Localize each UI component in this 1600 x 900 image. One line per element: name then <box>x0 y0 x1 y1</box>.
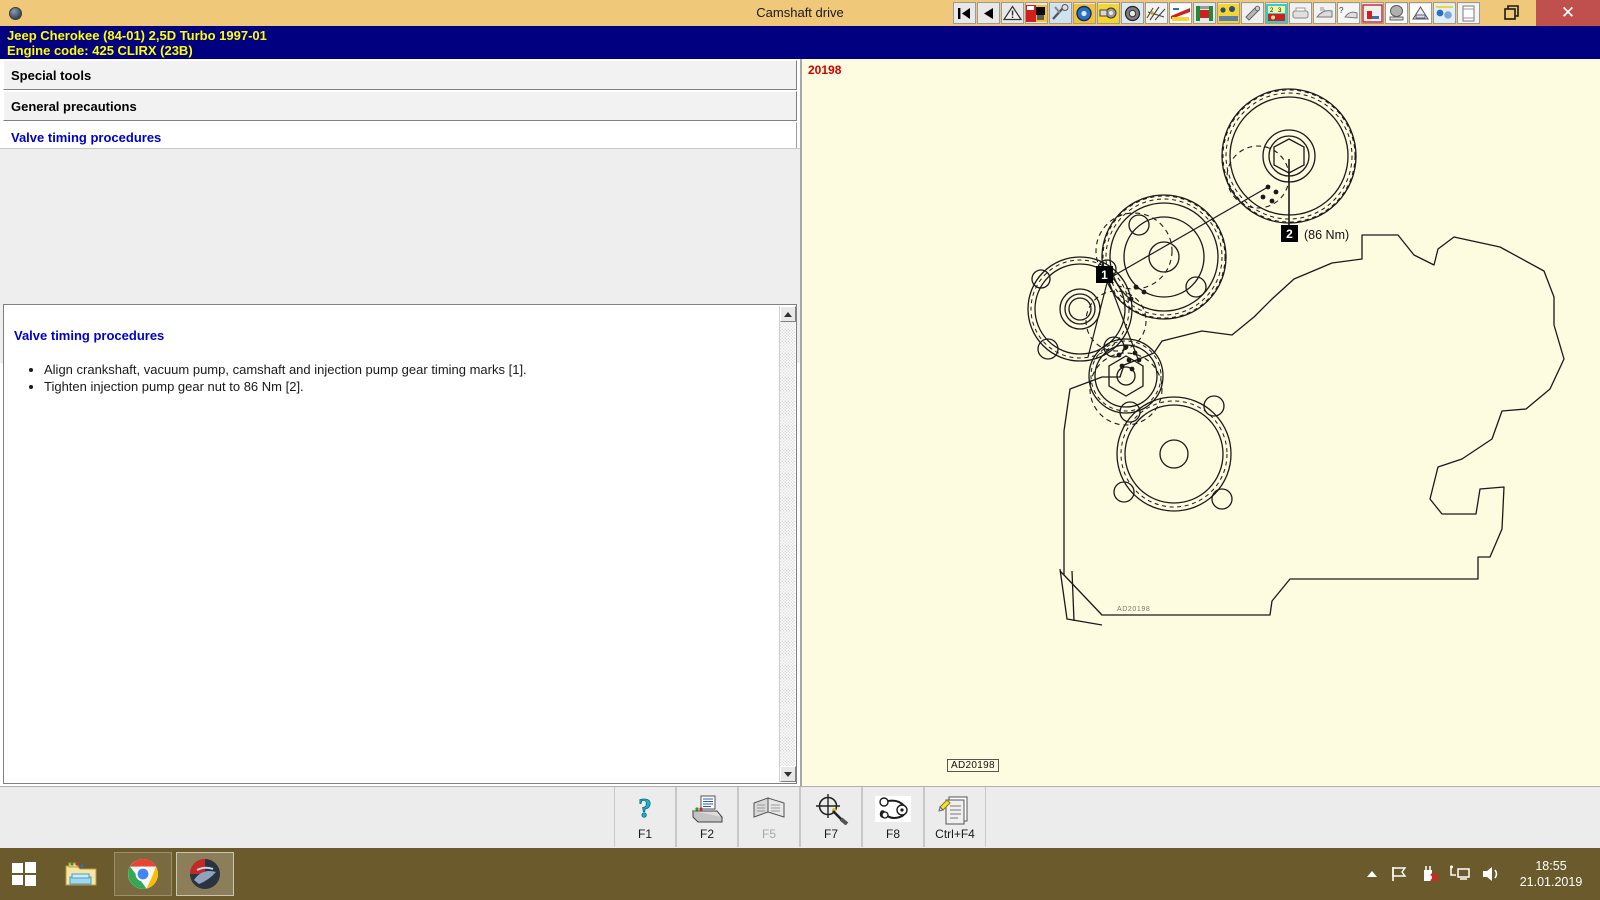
suspension-icon[interactable] <box>1217 2 1240 24</box>
tools-icon[interactable] <box>1049 2 1072 24</box>
clock-time: 18:55 <box>1512 858 1590 874</box>
document-heading: Valve timing procedures <box>14 328 796 343</box>
system-tray: 18:55 21.01.2019 <box>1365 858 1600 890</box>
restore-button[interactable] <box>1490 0 1536 26</box>
function-key-f5[interactable]: F5 <box>738 787 800 847</box>
windows-taskbar: 18:55 21.01.2019 <box>0 848 1600 900</box>
taskbar-clock[interactable]: 18:55 21.01.2019 <box>1512 858 1590 890</box>
vehicle-title: Jeep Cherokee (84-01) 2,5D Turbo 1997-01 <box>7 28 1600 43</box>
engine-drive-icon[interactable] <box>1097 2 1120 24</box>
function-key-f8[interactable]: F8 <box>862 787 924 847</box>
function-key-ctrl-f4[interactable]: Ctrl+F4 <box>924 787 986 847</box>
document-body: Valve timing procedures Align crankshaft… <box>4 305 796 395</box>
book-icon <box>751 791 787 827</box>
show-hidden-icons-icon[interactable] <box>1365 867 1379 881</box>
svg-text:2: 2 <box>1286 227 1293 241</box>
app-icon <box>3 1 27 25</box>
engine-bay-icon[interactable] <box>1433 2 1456 24</box>
volume-icon[interactable] <box>1481 865 1501 883</box>
function-key-bar: ? F1 F2 <box>0 786 1600 848</box>
battery-icon[interactable]: 23 <box>1265 2 1288 24</box>
sidebar-item-label: Valve timing procedures <box>11 130 161 145</box>
airbag-icon[interactable] <box>1385 2 1408 24</box>
window-controls: ✕ <box>1490 0 1600 26</box>
svg-text:?: ? <box>638 793 652 823</box>
callout-2-torque-label: (86 Nm) <box>1304 228 1349 242</box>
function-key-label: Ctrl+F4 <box>935 827 975 841</box>
first-page-icon[interactable] <box>953 2 976 24</box>
function-key-label: F1 <box>638 827 652 841</box>
print-icon[interactable] <box>1289 2 1312 24</box>
function-key-f7[interactable]: F7 <box>800 787 862 847</box>
document-icon[interactable] <box>1457 2 1480 24</box>
function-key-label: F7 <box>824 827 838 841</box>
action-center-flag-icon[interactable] <box>1390 865 1408 883</box>
procedure-list: Align crankshaft, vacuum pump, camshaft … <box>14 362 796 395</box>
vehicle-header: Jeep Cherokee (84-01) 2,5D Turbo 1997-01… <box>0 26 1600 59</box>
diagnostics-icon[interactable] <box>1313 2 1336 24</box>
application-window: Camshaft drive <box>0 0 1600 900</box>
usb-error-icon[interactable] <box>1419 865 1439 883</box>
file-explorer-icon <box>64 859 98 889</box>
function-key-f2[interactable]: F2 <box>676 787 738 847</box>
svg-text:?: ? <box>1339 6 1344 15</box>
list-item: Tighten injection pump gear nut to 86 Nm… <box>44 379 796 395</box>
function-key-f1[interactable]: ? F1 <box>614 787 676 847</box>
sidebar-item-label: Special tools <box>11 68 91 83</box>
service-schedule-icon[interactable] <box>1169 2 1192 24</box>
notes-edit-icon <box>936 791 974 827</box>
list-item: Align crankshaft, vacuum pump, camshaft … <box>44 362 796 378</box>
taskbar-item-autodata[interactable] <box>176 852 234 896</box>
gear-crankshaft <box>1114 396 1232 511</box>
title-bar: Camshaft drive <box>0 0 1600 26</box>
function-key-label: F5 <box>762 827 776 841</box>
printer-icon <box>689 791 725 827</box>
close-button[interactable]: ✕ <box>1536 0 1600 26</box>
scroll-down-icon[interactable] <box>780 766 796 782</box>
camshaft-drive-diagram: 1 2 (86 Nm) AD20198 <box>802 59 1600 786</box>
help-question-icon: ? <box>630 791 660 827</box>
timing-marks <box>1086 146 1289 425</box>
previous-page-icon[interactable] <box>977 2 1000 24</box>
illustration-pane: 20198 <box>800 59 1600 786</box>
help-query-icon[interactable]: ? <box>1337 2 1360 24</box>
warning-triangle-icon[interactable] <box>1001 2 1024 24</box>
illustration-watermark: AD20198 <box>1117 606 1150 613</box>
taskbar-item-google-chrome[interactable] <box>114 852 172 896</box>
sidebar-item-label: General precautions <box>11 99 137 114</box>
vehicle-data-icon[interactable] <box>1025 2 1048 24</box>
clock-date: 21.01.2019 <box>1512 874 1590 890</box>
document-scrollbar[interactable] <box>779 306 795 782</box>
google-chrome-icon <box>127 858 159 890</box>
callout-2-marker: 2 <box>1281 225 1298 242</box>
tyre-icon[interactable] <box>1121 2 1144 24</box>
gear-camshaft <box>1102 195 1226 319</box>
network-icon[interactable] <box>1450 865 1470 883</box>
search-tool-icon <box>813 791 849 827</box>
wheel-alignment-icon[interactable] <box>1073 2 1096 24</box>
function-key-label: F8 <box>886 827 900 841</box>
left-pane: Special tools General precautions Valve … <box>0 59 800 786</box>
top-toolbar: 23 ? <box>953 1 1480 25</box>
seat-repair-icon[interactable] <box>1361 2 1384 24</box>
autodata-icon <box>189 858 221 890</box>
taskbar-item-file-explorer[interactable] <box>52 852 110 896</box>
brake-test-icon[interactable] <box>1193 2 1216 24</box>
function-key-label: F2 <box>700 827 714 841</box>
wiring-diagram-icon[interactable] <box>1145 2 1168 24</box>
svg-text:1: 1 <box>1101 268 1108 282</box>
document-pane: Valve timing procedures Align crankshaft… <box>3 304 797 784</box>
start-button[interactable] <box>0 848 48 900</box>
emissions-icon[interactable] <box>1409 2 1432 24</box>
scroll-up-icon[interactable] <box>780 306 796 322</box>
spark-plug-icon[interactable] <box>1241 2 1264 24</box>
function-keys: ? F1 F2 <box>614 787 986 847</box>
engine-code: Engine code: 425 CLIRX (23B) <box>7 43 1600 58</box>
callout-1-marker: 1 <box>1096 266 1113 283</box>
sidebar-item-special-tools[interactable]: Special tools <box>3 60 797 90</box>
belt-drive-icon <box>874 791 912 827</box>
illustration-figure-code: AD20198 <box>947 759 999 772</box>
sidebar-item-general-precautions[interactable]: General precautions <box>3 91 797 121</box>
gear-vacuum-pump <box>1028 257 1132 361</box>
